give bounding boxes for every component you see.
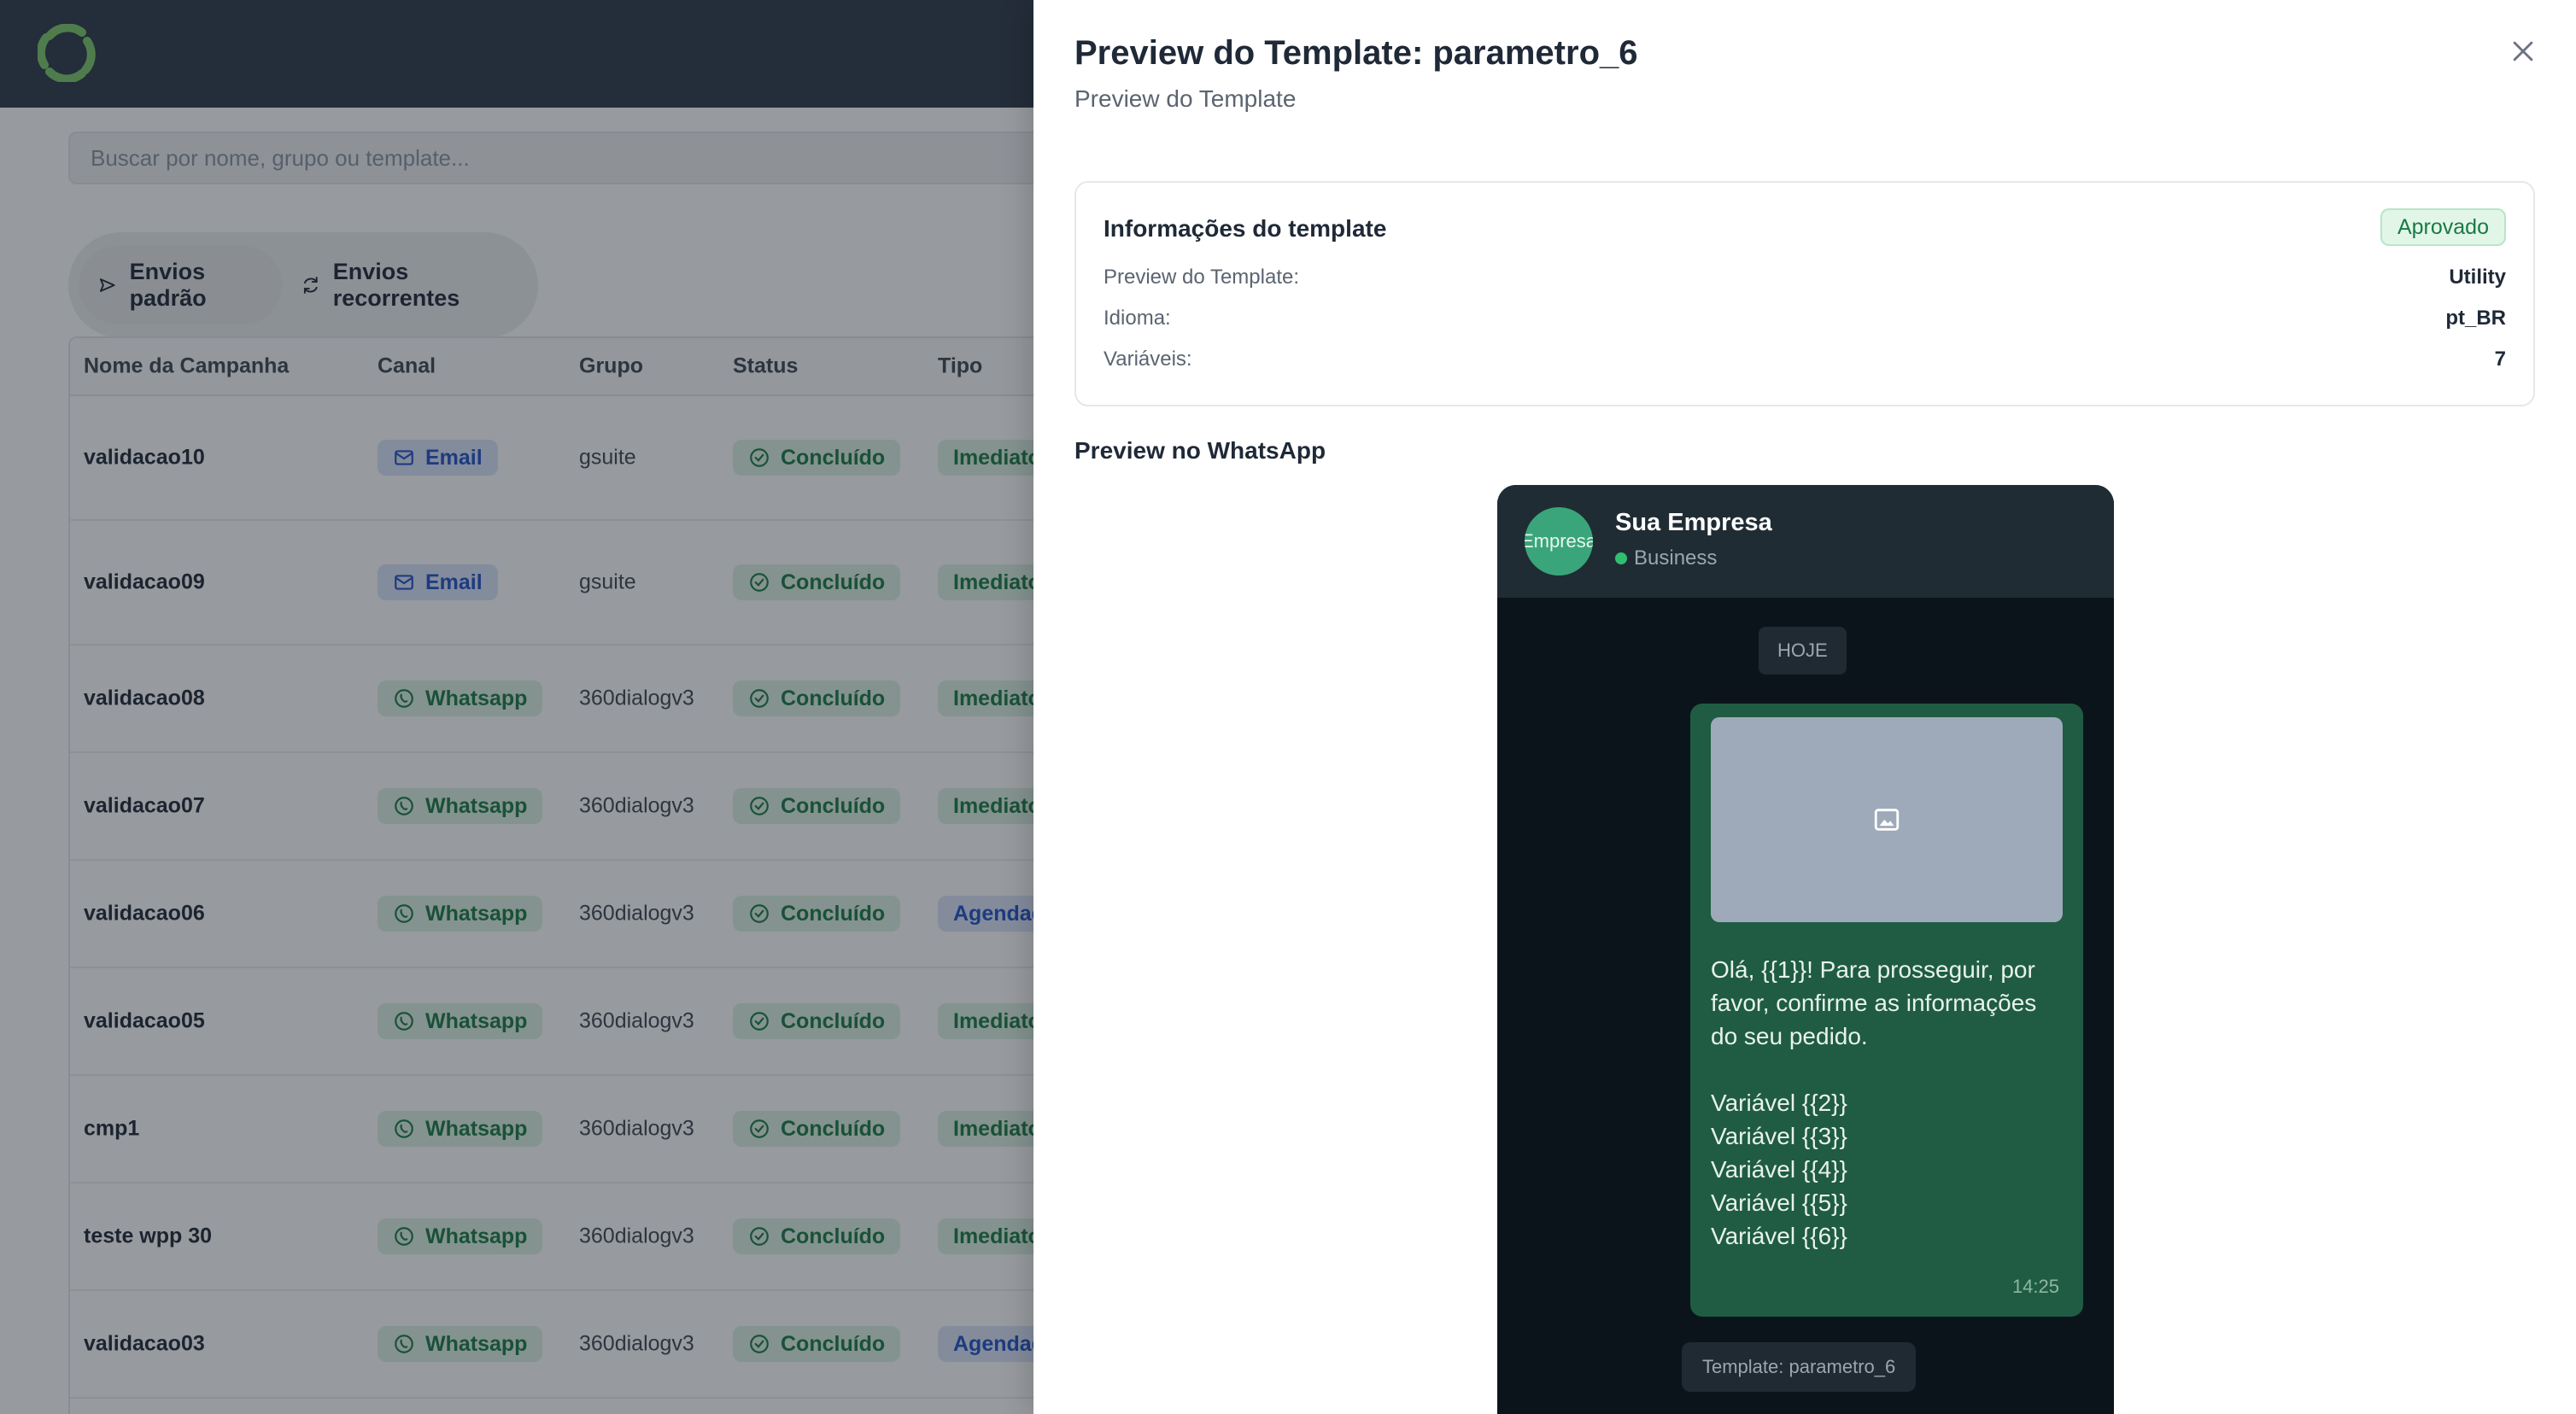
message-bubble: Olá, {{1}}! Para prosseguir, por favor, … [1690, 704, 2083, 1317]
info-row-variables: Variáveis: 7 [1104, 345, 2506, 374]
panel-title: Preview do Template: parametro_6 [1074, 34, 1638, 72]
template-preview-panel: Preview do Template: parametro_6 Preview… [1033, 0, 2576, 1414]
whatsapp-preview-label: Preview no WhatsApp [1074, 437, 1326, 464]
template-info-card: Informações do template Aprovado Preview… [1074, 181, 2535, 406]
info-label: Variáveis: [1104, 348, 1192, 371]
avatar: Empresa [1525, 507, 1593, 576]
close-button[interactable] [2504, 32, 2542, 70]
chat-header: Empresa Sua Empresa Business [1497, 485, 2114, 598]
info-value: pt_BR [2445, 307, 2506, 330]
info-card-title: Informações do template [1104, 215, 1387, 242]
info-label: Idioma: [1104, 307, 1171, 330]
info-row-category: Preview do Template: Utility [1104, 263, 2506, 292]
status-badge: Aprovado [2380, 208, 2506, 246]
image-icon [1874, 809, 1900, 831]
modal-backdrop[interactable] [0, 0, 1033, 1414]
panel-subtitle: Preview do Template [1074, 85, 1297, 112]
online-dot-icon [1615, 552, 1627, 564]
info-row-language: Idioma: pt_BR [1104, 304, 2506, 333]
whatsapp-phone-preview: Empresa Sua Empresa Business HOJE Olá, {… [1497, 485, 2114, 1414]
message-time: 14:25 [2011, 1276, 2059, 1297]
info-value: 7 [2494, 348, 2506, 371]
image-placeholder [1711, 717, 2063, 922]
message-text: Olá, {{1}}! Para prosseguir, por favor, … [1711, 956, 2037, 1249]
business-name: Sua Empresa [1615, 509, 1772, 536]
close-icon [2513, 41, 2533, 61]
business-status: Business [1615, 546, 1717, 570]
day-divider: HOJE [1759, 627, 1847, 675]
info-label: Preview do Template: [1104, 266, 1300, 289]
template-tag: Template: parametro_6 [1682, 1342, 1917, 1392]
business-status-label: Business [1634, 546, 1718, 570]
info-value: Utility [2449, 266, 2506, 289]
